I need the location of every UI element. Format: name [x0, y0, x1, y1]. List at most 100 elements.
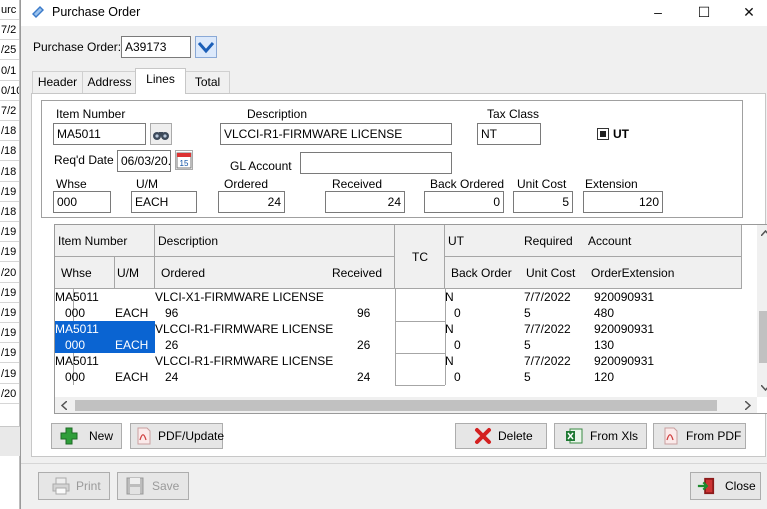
background-list-cell: /19	[0, 284, 19, 303]
extension-label: Extension	[585, 177, 638, 191]
row-ut: N	[445, 290, 454, 304]
plus-icon	[60, 427, 78, 445]
unit-cost-label: Unit Cost	[517, 177, 567, 191]
background-list-cell: 0/1	[0, 62, 19, 81]
background-list-cell: /19	[0, 324, 19, 344]
ordered-field[interactable]: 24	[218, 191, 285, 213]
grid-header-tc[interactable]: TC	[395, 225, 445, 289]
background-list-cell: /18	[0, 142, 19, 162]
item-number-field[interactable]: MA5011	[53, 123, 146, 145]
close-window-button[interactable]: ✕	[726, 0, 767, 26]
item-number-label: Item Number	[56, 107, 126, 121]
table-row[interactable]: MA5011 000 EACH VLCCI-R1-FIRMWARE LICENS…	[55, 353, 742, 385]
background-list-cell: 7/2	[0, 21, 19, 41]
row-whse: 000	[65, 370, 86, 384]
row-required: 7/7/2022	[524, 354, 571, 368]
vertical-scrollbar[interactable]	[757, 225, 767, 397]
maximize-button[interactable]: ☐	[681, 0, 727, 26]
row-extension: 120	[594, 370, 615, 384]
lines-grid: Item Number Whse U/M Description Ordered…	[54, 224, 767, 414]
tax-class-field[interactable]: NT	[477, 123, 541, 145]
background-list-cell: /25	[0, 41, 19, 61]
background-list-cell: /19	[0, 223, 19, 243]
from-pdf-button-label: From PDF	[686, 429, 742, 443]
print-button[interactable]: Print	[38, 472, 110, 500]
row-received: 96	[357, 306, 371, 320]
row-extension: 130	[594, 338, 615, 352]
row-back-order: 0	[454, 306, 461, 320]
background-list-cell: /20	[0, 385, 19, 404]
row-required: 7/7/2022	[524, 290, 571, 304]
delete-x-icon	[475, 428, 491, 444]
purchase-order-field[interactable]: A39173	[121, 36, 191, 58]
row-received: 26	[357, 338, 371, 352]
save-button-label: Save	[152, 479, 180, 493]
scroll-up-icon[interactable]	[761, 230, 767, 236]
background-list-cell: /19	[0, 344, 19, 364]
grid-header-item-number[interactable]: Item Number	[55, 225, 155, 257]
save-button[interactable]: Save	[117, 472, 189, 500]
grid-header-whse[interactable]: Whse	[55, 257, 115, 289]
new-button[interactable]: New	[51, 423, 122, 449]
tab-header[interactable]: Header	[32, 71, 83, 93]
grid-header-backorder-unitcost-extension[interactable]: Back Order Unit Cost OrderExtension	[445, 257, 742, 289]
scroll-thumb[interactable]	[759, 311, 767, 363]
scroll-left-icon[interactable]	[61, 401, 67, 410]
row-whse: 000	[65, 306, 86, 320]
tax-class-label: Tax Class	[487, 107, 540, 121]
whse-field[interactable]: 000	[53, 191, 111, 213]
background-list-cell: /19	[0, 365, 19, 384]
back-ordered-field[interactable]: 0	[424, 191, 504, 213]
delete-button[interactable]: Delete	[455, 423, 547, 449]
header-label: Received	[332, 266, 383, 280]
background-app-toolbar	[0, 426, 20, 456]
pdf-icon	[664, 427, 678, 445]
scroll-down-icon[interactable]	[761, 385, 767, 391]
scroll-right-icon[interactable]	[745, 401, 751, 410]
grid-header-ordered-received[interactable]: Ordered Received	[155, 257, 395, 289]
grid-header-description[interactable]: Description	[155, 225, 395, 257]
calendar-button[interactable]: 15	[175, 150, 193, 170]
printer-icon	[52, 477, 70, 495]
reqd-date-field[interactable]: 06/03/20.	[117, 150, 171, 172]
background-list-cell: /18	[0, 122, 19, 142]
row-account: 920090931	[594, 290, 655, 304]
row-um: EACH	[115, 338, 149, 352]
table-row[interactable]: MA5011 000 EACH VLCI-X1-FIRMWARE LICENSE…	[55, 289, 742, 321]
tab-total[interactable]: Total	[185, 71, 230, 93]
ut-checkbox[interactable]	[597, 128, 609, 140]
po-dropdown-button[interactable]	[195, 36, 217, 58]
background-list-cell: 7/2	[0, 102, 19, 121]
header-label: U/M	[117, 266, 139, 280]
grid-header-um[interactable]: U/M	[115, 257, 155, 289]
background-list-cell: /18	[0, 163, 19, 182]
background-list-cell: urc	[0, 1, 19, 20]
row-ordered: 24	[165, 370, 179, 384]
close-button[interactable]: Close	[690, 472, 761, 500]
item-lookup-button[interactable]	[150, 123, 172, 145]
print-button-label: Print	[76, 479, 101, 493]
description-field[interactable]: VLCCI-R1-FIRMWARE LICENSE	[220, 123, 452, 145]
row-item-number: MA5011	[55, 290, 99, 304]
from-pdf-button[interactable]: From PDF	[653, 423, 746, 449]
background-list-cell: /19	[0, 243, 19, 263]
received-field[interactable]: 24	[325, 191, 405, 213]
um-field[interactable]: EACH	[131, 191, 197, 213]
unit-cost-field[interactable]: 5	[513, 191, 573, 213]
row-ut: N	[445, 354, 454, 368]
from-xls-button[interactable]: From Xls	[554, 423, 647, 449]
received-label: Received	[332, 177, 383, 191]
tab-lines[interactable]: Lines	[135, 68, 186, 94]
pdf-update-button[interactable]: PDF/Update	[130, 423, 224, 449]
tab-address[interactable]: Address	[82, 71, 137, 93]
new-button-label: New	[89, 429, 114, 443]
grid-header-ut-required-account[interactable]: UT Required Account	[445, 225, 742, 257]
gl-account-field[interactable]	[300, 152, 452, 174]
table-row-selected[interactable]: MA5011 000 EACH VLCCI-R1-FIRMWARE LICENS…	[55, 321, 742, 353]
back-ordered-label: Back Ordered	[430, 177, 505, 191]
minimize-button[interactable]: –	[635, 0, 681, 26]
extension-field[interactable]: 120	[583, 191, 663, 213]
scroll-thumb-horizontal[interactable]	[75, 400, 717, 411]
horizontal-scrollbar[interactable]	[55, 397, 757, 413]
description-label: Description	[247, 107, 308, 121]
